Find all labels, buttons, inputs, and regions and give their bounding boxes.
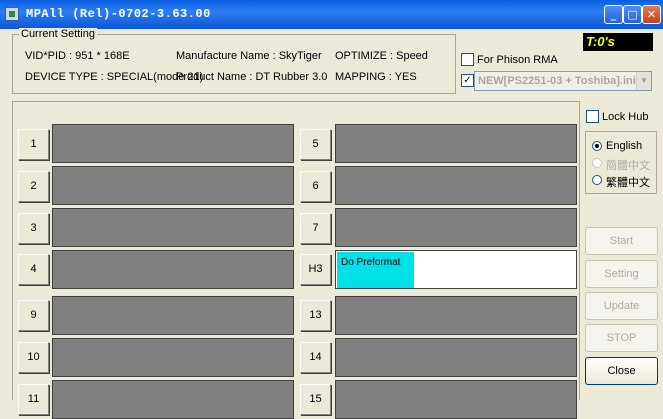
language-label-traditional: 繁體中文 (606, 177, 650, 189)
port-status-4 (52, 250, 294, 289)
vid-pid-label: VID*PID : 951 * 168E (25, 50, 130, 62)
timer-display: T:0's (583, 33, 653, 51)
product-name-label: Product Name : DT Rubber 3.0 (176, 71, 328, 83)
port-status-6 (335, 166, 577, 205)
port-button-7[interactable]: 7 (300, 213, 331, 244)
port-button-6[interactable]: 6 (300, 171, 331, 202)
port-status-10 (52, 338, 294, 377)
port-status-9 (52, 296, 294, 335)
port-button-h3[interactable]: H3 (300, 254, 331, 285)
port-status-3 (52, 208, 294, 247)
current-setting-legend: Current Setting (19, 28, 97, 40)
port-status-5 (335, 124, 577, 163)
lock-hub-checkbox[interactable] (586, 110, 599, 123)
port-button-4[interactable]: 4 (18, 254, 49, 285)
lock-hub-label: Lock Hub (602, 111, 649, 123)
language-label-simplified: 簡體中文 (606, 160, 650, 172)
manufacture-label: Manufacture Name : SkyTiger (176, 50, 322, 62)
language-label-english: English (606, 140, 643, 152)
current-setting-group: Current Setting (12, 28, 456, 94)
language-radio-simplified[interactable] (592, 158, 602, 168)
app-icon (5, 7, 19, 21)
port-button-3[interactable]: 3 (18, 213, 49, 244)
port-button-9[interactable]: 9 (18, 300, 49, 331)
port-status-h3: Do Preformat (335, 250, 577, 289)
port-status-1 (52, 124, 294, 163)
config-file-select[interactable]: NEW[PS2251-03 + Toshiba].ini ▼ (474, 71, 652, 91)
language-radio-traditional[interactable] (592, 175, 602, 185)
port-button-10[interactable]: 10 (18, 342, 49, 373)
port-button-1[interactable]: 1 (18, 129, 49, 160)
phison-rma-label: For Phison RMA (477, 54, 558, 66)
close-button[interactable]: Close (585, 357, 658, 385)
mapping-label: MAPPING : YES (335, 71, 417, 83)
port-status-2 (52, 166, 294, 205)
title-bar[interactable]: MPAll (Rel)-0702-3.63.00 _ □ ✕ (0, 0, 663, 29)
phison-rma-checkbox[interactable] (461, 53, 474, 66)
language-radio-english[interactable] (592, 141, 602, 151)
window-title: MPAll (Rel)-0702-3.63.00 (26, 7, 211, 21)
chevron-down-icon[interactable]: ▼ (636, 72, 651, 90)
port-button-5[interactable]: 5 (300, 129, 331, 160)
port-button-14[interactable]: 14 (300, 342, 331, 373)
port-button-2[interactable]: 2 (18, 171, 49, 202)
update-button[interactable]: Update (585, 292, 658, 320)
close-window-button[interactable]: ✕ (642, 5, 661, 24)
port-status-text: Do Preformat (341, 257, 401, 268)
port-status-13 (335, 296, 577, 335)
optimize-label: OPTIMIZE : Speed (335, 50, 428, 62)
stop-button[interactable]: STOP (585, 324, 658, 352)
minimize-button[interactable]: _ (604, 5, 623, 24)
port-button-13[interactable]: 13 (300, 300, 331, 331)
new-config-checkbox[interactable]: ✓ (461, 74, 474, 87)
setting-button[interactable]: Setting (585, 260, 658, 288)
maximize-button[interactable]: □ (623, 5, 642, 24)
config-file-value: NEW[PS2251-03 + Toshiba].ini (478, 75, 636, 87)
port-status-14 (335, 338, 577, 377)
start-button[interactable]: Start (585, 227, 658, 255)
port-status-7 (335, 208, 577, 247)
